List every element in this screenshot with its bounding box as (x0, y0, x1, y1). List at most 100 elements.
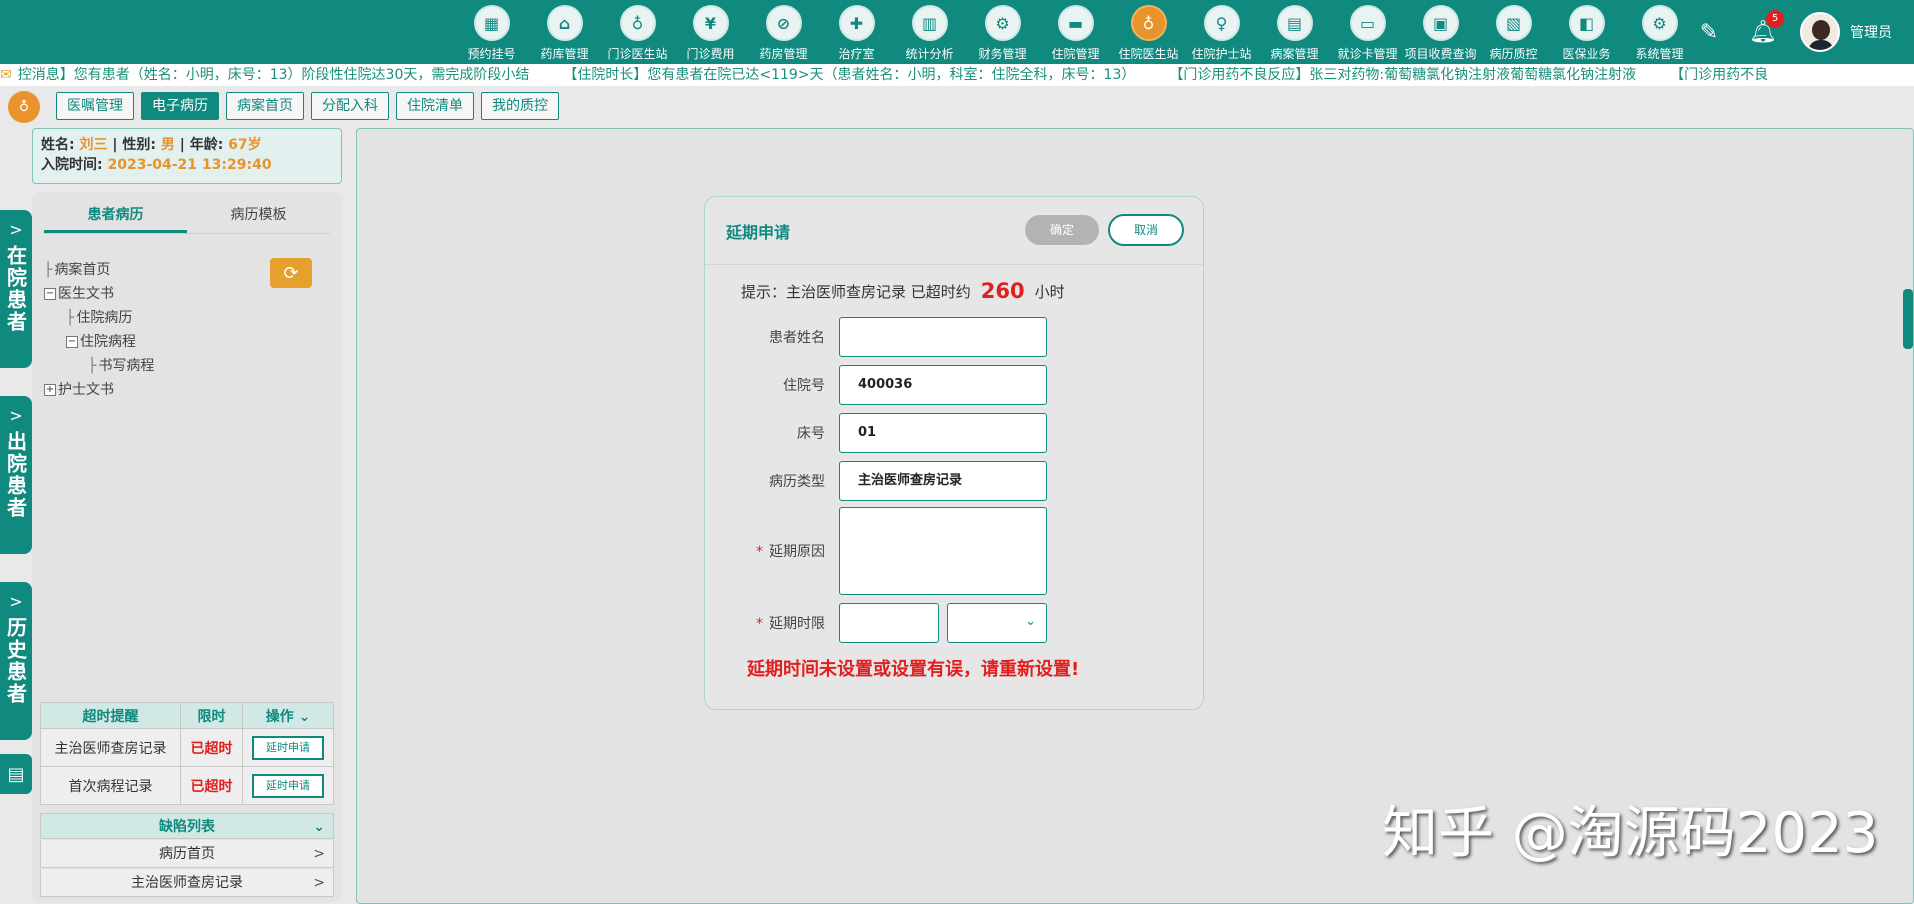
nav-item[interactable]: ▭ 就诊卡管理 (1331, 0, 1404, 64)
nav-item-label: 财务管理 (978, 47, 1027, 61)
row-record-name: 主治医师查房记录 (40, 728, 181, 767)
tab[interactable]: 病案首页 (226, 92, 304, 120)
nav-item[interactable]: ♀ 住院护士站 (1185, 0, 1258, 64)
nurse-icon: ✚ (838, 5, 875, 41)
nav-item-label: 门诊医生站 (607, 47, 668, 61)
nav-item[interactable]: ▦ 预约挂号 (455, 0, 528, 64)
side-tab-history[interactable]: > 历史患者 (0, 582, 32, 740)
extension-request-button[interactable]: 延时申请 (252, 735, 324, 760)
nav-item-label: 就诊卡管理 (1337, 47, 1398, 61)
list-item[interactable]: 病历首页 > (40, 840, 334, 868)
chart-icon: ▥ (911, 5, 948, 41)
admit-time: 2023-04-21 13:29:40 (107, 157, 272, 173)
record-type-field-label: 病历类型 (769, 474, 825, 490)
gear-money-icon: ⚙ (984, 5, 1021, 41)
ticker-message[interactable]: 控消息】您有患者（姓名：小明，床号：13）阶段性住院达30天，需完成阶段小结 (18, 64, 530, 86)
side-tab-discharged[interactable]: > 出院患者 (0, 396, 32, 554)
limit-unit-select[interactable]: ⌄ (947, 603, 1047, 643)
record-icon: ▤ (1276, 5, 1313, 41)
cancel-button[interactable]: 取消 (1108, 214, 1184, 246)
tab-patient-records[interactable]: 患者病历 (44, 204, 187, 233)
nav-item[interactable]: ▬ 住院管理 (1039, 0, 1112, 64)
admission-no-field[interactable]: 400036 (839, 365, 1047, 405)
tab[interactable]: 医嘱管理 (56, 92, 134, 120)
nav-item[interactable]: ♁ 住院医生站 (1112, 0, 1185, 64)
overtime-hint: 提示：主治医师查房记录 已超时约 260 小时 (741, 279, 1065, 303)
defect-item-label: 主治医师查房记录 (131, 875, 243, 891)
pen-icon[interactable]: ✎ (1694, 20, 1724, 45)
tree-node[interactable]: + 护士文书 (44, 378, 154, 402)
message-ticker: ✉ 控消息】您有患者（姓名：小明，床号：13）阶段性住院达30天，需完成阶段小结 【… (0, 64, 1914, 86)
refresh-icon: ⟳ (283, 262, 299, 284)
tab[interactable]: 我的质控 (481, 92, 559, 120)
nav-item[interactable]: ¥ 门诊费用 (674, 0, 747, 64)
toolbar: ♁ 医嘱管理 电子病历 病案首页 分配入科 住院清单 我的质控 (0, 86, 1914, 126)
side-tab-label: 出院患者 (3, 431, 28, 519)
avatar[interactable] (1800, 12, 1840, 52)
required-mark: * (756, 544, 763, 560)
record-type-field[interactable]: 主治医师查房记录 (839, 461, 1047, 501)
nav-item-label: 系统管理 (1635, 47, 1684, 61)
limit-value-field[interactable] (839, 603, 939, 643)
nav-item[interactable]: ◧ 医保业务 (1550, 0, 1623, 64)
collapse-icon[interactable]: − (66, 336, 78, 348)
nav-item[interactable]: ✚ 治疗室 (820, 0, 893, 64)
doctor-avatar-icon[interactable]: ♁ (8, 91, 40, 123)
side-tab-label: 历史患者 (3, 617, 28, 705)
patient-age-label: | 年龄: (179, 137, 224, 153)
chevron-right-icon: > (313, 875, 325, 891)
patient-name-field-label: 患者姓名 (769, 330, 825, 346)
defect-list-header[interactable]: 缺陷列表 ⌄ (40, 813, 334, 839)
tree-node[interactable]: ├ 书写病程 (44, 354, 154, 378)
nav-item[interactable]: ▧ 病历质控 (1477, 0, 1550, 64)
chevron-right-icon: > (313, 846, 325, 862)
extension-request-button[interactable]: 延时申请 (252, 773, 324, 798)
ticker-message[interactable]: 【住院时长】您有患者在院已达<119>天（患者姓名：小明，科室：住院全科，床号：… (563, 64, 1135, 86)
nav-item[interactable]: ♁ 门诊医生站 (601, 0, 674, 64)
ticker-message[interactable]: 【门诊用药不良反应】张三对药物:葡萄糖氯化钠注射液葡萄糖氯化钠注射液 (1169, 64, 1636, 86)
tree-node-label: 住院病程 (80, 334, 136, 350)
chevron-down-icon: ⌄ (313, 819, 325, 835)
collapse-icon[interactable]: − (44, 288, 56, 300)
side-tab-inpatients[interactable]: > 在院患者 (0, 210, 32, 368)
nav-item[interactable]: ⌂ 药库管理 (528, 0, 601, 64)
scrollbar[interactable] (1903, 289, 1913, 349)
settings-icon: ⚙ (1641, 5, 1678, 41)
tab-record-templates[interactable]: 病历模板 (187, 204, 330, 233)
main-nav: ▦ 预约挂号 ⌂ 药库管理 ♁ 门诊医生站 ¥ 门诊费用 ⊘ 药房管理 ✚ 治疗室 ▥ 统计分析 ⚙ 财务管理… (455, 0, 1696, 64)
bed-no-field[interactable]: 01 (839, 413, 1047, 453)
tree-node-label: 护士文书 (58, 382, 114, 398)
tree-node[interactable]: ├ 住院病历 (44, 306, 154, 330)
nav-item[interactable]: ▣ 项目收费查询 (1404, 0, 1477, 64)
refresh-button[interactable]: ⟳ (270, 258, 312, 288)
tree-node[interactable]: ├ 病案首页 (44, 258, 154, 282)
defect-list-title: 缺陷列表 (159, 819, 215, 835)
speaker-icon: ✉ (0, 67, 12, 83)
reason-textarea[interactable] (839, 507, 1047, 595)
confirm-button[interactable]: 确定 (1025, 215, 1099, 245)
tab[interactable]: 住院清单 (396, 92, 474, 120)
nav-item[interactable]: ⚙ 系统管理 (1623, 0, 1696, 64)
tree-node-label: 住院病历 (76, 310, 133, 326)
nav-item[interactable]: ▥ 统计分析 (893, 0, 966, 64)
tree-node[interactable]: − 医生文书 (44, 282, 154, 306)
col-limit: 限时 (180, 702, 243, 729)
hint-hours: 260 (980, 279, 1025, 303)
tab[interactable]: 分配入科 (311, 92, 389, 120)
side-tab-label: 在院患者 (3, 245, 28, 333)
nav-item[interactable]: ▤ 病案管理 (1258, 0, 1331, 64)
nav-item[interactable]: ⚙ 财务管理 (966, 0, 1039, 64)
nav-item-label: 治疗室 (838, 47, 875, 61)
user-name[interactable]: 管理员 (1850, 22, 1892, 42)
list-item[interactable]: 主治医师查房记录 > (40, 869, 334, 897)
tree-node[interactable]: − 住院病程 (44, 330, 154, 354)
tab[interactable]: 电子病历 (141, 92, 219, 120)
expand-icon[interactable]: + (44, 384, 56, 396)
bell-icon[interactable]: 🔔︎ 5 (1748, 9, 1784, 45)
clipboard-icon[interactable]: ▤ (0, 754, 32, 794)
patient-name-field[interactable] (839, 317, 1047, 357)
col-action[interactable]: 操作 ⌄ (242, 702, 334, 729)
record-tree: ├ 病案首页 − 医生文书 ├ 住院病历 − 住院病程 ├ 书写病程 + 护士文书 (44, 258, 154, 402)
ticker-message[interactable]: 【门诊用药不良 (1670, 64, 1768, 86)
nav-item[interactable]: ⊘ 药房管理 (747, 0, 820, 64)
